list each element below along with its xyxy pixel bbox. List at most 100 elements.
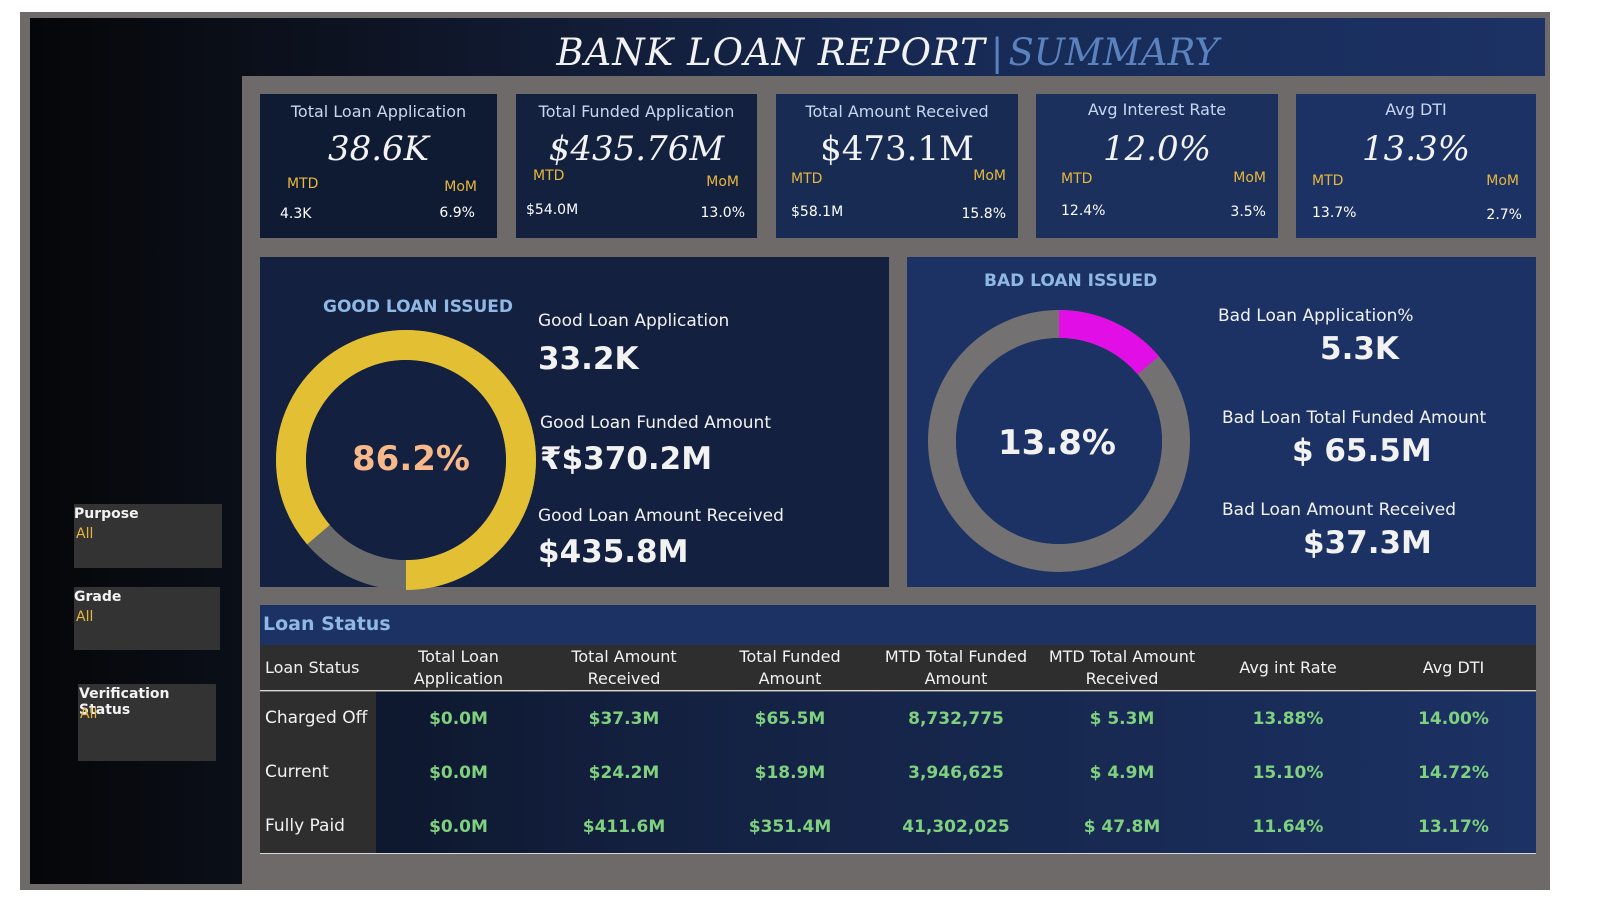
kpi-mtd-value: 4.3K [280, 206, 312, 222]
kpi-mtd-label: MTD [1061, 171, 1093, 187]
kpi-value: $435.76M [548, 129, 725, 169]
good-loan-received-value: $435.8M [538, 534, 689, 570]
title-separator: | [990, 31, 1004, 74]
filter-purpose[interactable]: Purpose All [74, 504, 222, 568]
filter-verification-status-label: Verification Status [79, 686, 170, 718]
table-cell: $351.4M [748, 817, 832, 837]
column-header[interactable]: Total Funded Amount [707, 645, 873, 691]
filter-purpose-value[interactable]: All [76, 526, 93, 542]
column-header[interactable]: MTD Total Funded Amount [873, 645, 1039, 691]
kpi-mom-label: MoM [1486, 173, 1519, 189]
good-loan-funded-value: ₹$370.2M [540, 441, 713, 477]
kpi-mtd-label: MTD [533, 168, 565, 184]
bad-loan-application-value: 5.3K [1320, 331, 1399, 367]
table-cell: $65.5M [754, 709, 826, 729]
loan-status-title: Loan Status [263, 613, 391, 635]
filter-purpose-label: Purpose [74, 506, 139, 522]
bad-loan-funded-label: Bad Loan Total Funded Amount [1222, 408, 1487, 428]
table-bottom-border [260, 853, 1536, 854]
good-loan-funded-label: Good Loan Funded Amount [540, 413, 771, 433]
kpi-card-avg-interest-rate[interactable]: Avg Interest Rate 12.0% MTD MoM 12.4% 3.… [1036, 94, 1278, 238]
table-cell: 3,946,625 [908, 763, 1004, 783]
row-status-label: Charged Off [265, 708, 368, 728]
kpi-card-total-amount-received[interactable]: Total Amount Received $473.1M MTD MoM $5… [776, 94, 1018, 238]
good-loan-percent: 86.2% [352, 439, 470, 479]
table-cell: $411.6M [582, 817, 666, 837]
table-cell: 8,732,775 [908, 709, 1004, 729]
table-cell: 11.64% [1252, 817, 1324, 837]
bad-loan-received-label: Bad Loan Amount Received [1222, 500, 1456, 520]
table-cell: $37.3M [588, 709, 660, 729]
table-cell: $0.0M [429, 709, 488, 729]
table-cell: 14.00% [1418, 709, 1489, 729]
column-header[interactable]: MTD Total Amount Received [1039, 645, 1205, 691]
report-title-bar: BANK LOAN REPORT | SUMMARY [30, 18, 1545, 76]
filter-grade[interactable]: Grade All [74, 587, 220, 650]
table-cell: 13.17% [1418, 817, 1489, 837]
row-status-label: Current [265, 762, 329, 782]
column-header[interactable]: Avg int Rate [1205, 645, 1371, 691]
kpi-label: Avg Interest Rate [1087, 100, 1227, 119]
bad-loan-received-value: $37.3M [1303, 525, 1432, 561]
table-header: Loan Status Total Loan Application Total… [260, 645, 1536, 691]
kpi-value: 13.3% [1361, 129, 1470, 169]
bad-loan-title: BAD LOAN ISSUED [984, 271, 1158, 291]
kpi-mom-value: 2.7% [1486, 207, 1522, 223]
kpi-mtd-value: 12.4% [1061, 203, 1106, 219]
kpi-value: $473.1M [820, 129, 974, 169]
report-title: BANK LOAN REPORT [556, 31, 986, 74]
kpi-mom-label: MoM [973, 168, 1006, 184]
kpi-mtd-value: 13.7% [1312, 205, 1357, 221]
table-row: Fully Paid $0.0M $411.6M $351.4M 41,302,… [260, 800, 1536, 854]
table-row: Current $0.0M $24.2M $18.9M 3,946,625 $ … [260, 746, 1536, 800]
table-cell: $0.0M [429, 763, 488, 783]
table-cell: $ 47.8M [1083, 817, 1161, 837]
bad-loan-funded-value: $ 65.5M [1292, 433, 1432, 469]
report-subtitle: SUMMARY [1008, 31, 1219, 74]
table-cell: 13.88% [1252, 709, 1324, 729]
table-cell: 41,302,025 [902, 817, 1010, 837]
kpi-mom-label: MoM [1233, 170, 1266, 186]
column-header[interactable]: Total Loan Application [376, 645, 541, 691]
kpi-mtd-label: MTD [791, 171, 823, 187]
table-cell: $ 4.9M [1089, 763, 1155, 783]
kpi-value: 12.0% [1102, 129, 1211, 169]
column-header[interactable]: Avg DTI [1371, 645, 1536, 691]
table-cell: 14.72% [1418, 763, 1489, 783]
kpi-mom-value: 3.5% [1230, 204, 1266, 220]
good-loan-received-label: Good Loan Amount Received [538, 506, 784, 526]
kpi-mom-label: MoM [444, 179, 477, 195]
row-status-label: Fully Paid [265, 816, 345, 836]
column-header[interactable]: Loan Status [260, 645, 376, 691]
table-cell: $0.0M [429, 817, 488, 837]
kpi-label: Total Amount Received [805, 102, 989, 121]
kpi-card-total-funded-application[interactable]: Total Funded Application $435.76M MTD Mo… [516, 94, 757, 238]
column-header[interactable]: Total Amount Received [541, 645, 707, 691]
kpi-card-avg-dti[interactable]: Avg DTI 13.3% MTD MoM 13.7% 2.7% [1296, 94, 1536, 238]
good-loan-panel: GOOD LOAN ISSUED 86.2% Good Loan Applica… [260, 257, 889, 590]
filter-grade-value[interactable]: All [76, 609, 93, 625]
kpi-mom-label: MoM [706, 174, 739, 190]
loan-status-title-bar: Loan Status [260, 605, 1536, 645]
table-cell: 15.10% [1252, 763, 1324, 783]
bad-loan-application-label: Bad Loan Application% [1218, 306, 1414, 326]
table-body: Charged Off $0.0M $37.3M $65.5M 8,732,77… [260, 692, 1536, 853]
table-cell: $24.2M [588, 763, 660, 783]
kpi-label: Total Loan Application [290, 102, 467, 121]
kpi-mom-value: 6.9% [439, 205, 475, 221]
good-loan-application-label: Good Loan Application [538, 311, 730, 331]
filter-verification-status[interactable]: Verification Status All [78, 684, 216, 761]
kpi-label: Avg DTI [1385, 100, 1447, 119]
table-row: Charged Off $0.0M $37.3M $65.5M 8,732,77… [260, 692, 1536, 746]
good-loan-application-value: 33.2K [538, 341, 639, 377]
good-loan-title: GOOD LOAN ISSUED [323, 297, 513, 317]
filter-verification-status-value[interactable]: All [80, 706, 97, 722]
table-cell: $ 5.3M [1089, 709, 1155, 729]
kpi-mtd-value: $54.0M [526, 202, 579, 218]
kpi-card-total-loan-application[interactable]: Total Loan Application 38.6K MTD MoM 4.3… [260, 94, 497, 238]
kpi-mtd-value: $58.1M [791, 204, 844, 220]
kpi-label: Total Funded Application [538, 102, 735, 121]
kpi-mtd-label: MTD [287, 176, 319, 192]
kpi-mom-value: 15.8% [961, 206, 1006, 222]
kpi-value: 38.6K [327, 129, 430, 169]
